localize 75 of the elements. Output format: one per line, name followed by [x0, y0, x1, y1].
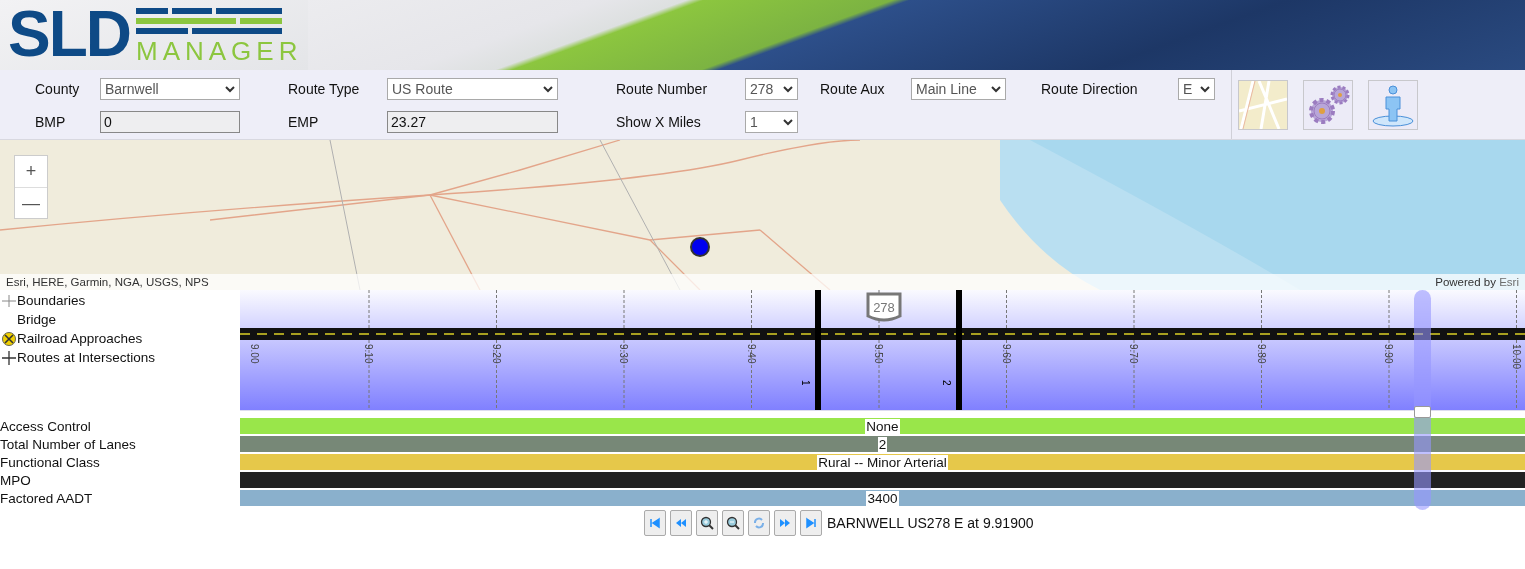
route-shield: 278 [866, 292, 902, 322]
zoom-in-button[interactable] [696, 510, 718, 536]
field-label: Route Number [616, 81, 709, 97]
boundary-label: 2 [941, 380, 952, 386]
dropdown[interactable]: 1 [745, 111, 798, 133]
dropdown[interactable]: 278 [745, 78, 798, 100]
refresh-icon [752, 516, 766, 530]
caret-icon [543, 85, 553, 93]
attribute-value: Rural -- Minor Arterial [817, 454, 948, 470]
settings-button[interactable] [1303, 80, 1353, 130]
legend-label: Railroad Approaches [17, 331, 143, 346]
first-button[interactable] [644, 510, 666, 536]
next-button[interactable] [774, 510, 796, 536]
logo-subtitle: MANAGER [136, 38, 303, 64]
caret-icon [991, 85, 1001, 93]
milepost-label: 9.80 [1255, 344, 1267, 364]
milepost-label: 9.60 [1000, 344, 1012, 364]
field-label: BMP [35, 114, 67, 130]
caret-icon [783, 118, 793, 126]
attribute-value: 2 [877, 436, 888, 452]
caret-icon [783, 85, 793, 93]
milepost-label: 9.70 [1128, 344, 1139, 364]
dropdown[interactable]: E [1178, 78, 1215, 100]
fast-forward-icon [778, 516, 792, 530]
caret-icon [1200, 85, 1210, 93]
caret-icon [225, 85, 235, 93]
zoom-out-icon [726, 516, 740, 530]
map-attribution: Esri, HERE, Garmin, NGA, USGS, NPS [6, 276, 209, 288]
attribute-label: Access Control [0, 418, 92, 434]
input-field[interactable]: 23.27 [387, 111, 558, 133]
legend-label: Boundaries [17, 293, 86, 308]
input-field[interactable]: 0 [100, 111, 240, 133]
dropdown[interactable]: Barnwell [100, 78, 240, 100]
rewind-icon [674, 516, 688, 530]
milepost-label: 9.90 [1383, 344, 1394, 364]
milepost-label: 9.40 [745, 344, 757, 364]
field-label: Show X Miles [616, 114, 702, 130]
attribute-value: None [865, 418, 900, 434]
last-icon [804, 516, 818, 530]
dropdown[interactable]: US Route [387, 78, 558, 100]
milepost-label: 9.30 [618, 344, 629, 364]
milepost-label: 9.20 [490, 344, 502, 364]
position-marker[interactable] [1414, 290, 1432, 510]
milepost-label: 9.50 [873, 344, 884, 364]
railroad-crossing-icon [1, 331, 16, 346]
attribute-label: Total Number of Lanes [0, 436, 137, 452]
milepost-label: 10.00 [1510, 344, 1522, 370]
first-icon [648, 516, 662, 530]
zoom-out-button[interactable] [722, 510, 744, 536]
field-label: Route Aux [820, 81, 886, 97]
attribute-label: MPO [0, 472, 32, 488]
attribute-label: Functional Class [0, 454, 101, 470]
legend-label: Routes at Intersections [17, 350, 156, 365]
field-label: Route Type [288, 81, 361, 97]
dropdown[interactable]: Main Line [911, 78, 1006, 100]
attribute-value: 3400 [866, 490, 899, 506]
field-label: County [35, 81, 81, 97]
boundary-label: 1 [800, 380, 811, 386]
legend-label: Bridge [17, 312, 57, 327]
zoom-in-icon [700, 516, 714, 530]
logo-text: SLD [8, 4, 130, 64]
marker-handle[interactable] [1414, 406, 1432, 418]
attribute-label: Factored AADT [0, 490, 94, 506]
map-button[interactable] [1238, 80, 1288, 130]
field-label: Route Direction [1041, 81, 1139, 97]
milepost-label: 9.10 [363, 344, 374, 364]
cross-icon [1, 293, 16, 308]
cross-icon [1, 350, 16, 365]
last-button[interactable] [800, 510, 822, 536]
person-button[interactable] [1368, 80, 1418, 130]
esri-link[interactable]: Esri [1499, 276, 1519, 288]
field-label: EMP [288, 114, 320, 130]
powered-by-text: Powered by Esri [1435, 276, 1519, 288]
milepost-label: 9.00 [249, 344, 260, 364]
location-status: BARNWELL US278 E at 9.91900 [827, 515, 1034, 531]
